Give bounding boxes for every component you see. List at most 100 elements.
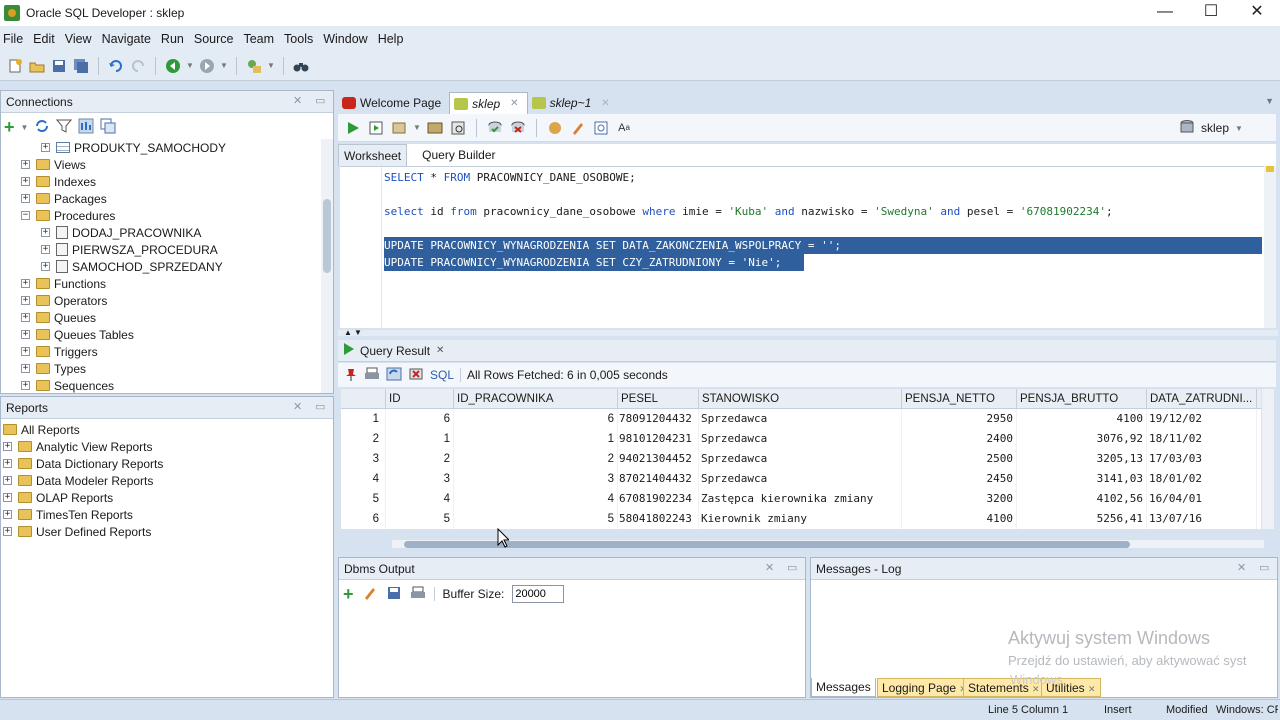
table-cell[interactable]: 2450: [902, 469, 1017, 489]
tree-item[interactable]: + Sequences: [21, 377, 114, 394]
tab-welcome-page[interactable]: Welcome Page: [338, 92, 449, 114]
back-icon[interactable]: [164, 57, 182, 75]
clear-icon[interactable]: [362, 585, 378, 604]
expand-icon[interactable]: +: [3, 476, 12, 485]
table-cell[interactable]: 5: [454, 509, 618, 529]
sql-line-4-selected[interactable]: UPDATE PRACOWNICY_WYNAGRODZENIA SET CZY_…: [384, 254, 804, 271]
connection-selector[interactable]: sklep ▼: [1178, 117, 1262, 139]
connections-scrollbar[interactable]: [321, 139, 333, 393]
table-cell[interactable]: 94021304452: [618, 449, 699, 469]
close-icon[interactable]: ✕: [293, 400, 302, 413]
table-cell[interactable]: 5: [386, 509, 454, 529]
expand-icon[interactable]: +: [41, 228, 50, 237]
row-number[interactable]: 1: [341, 409, 386, 429]
table-cell[interactable]: 78091204432: [618, 409, 699, 429]
table-cell[interactable]: 3141,03: [1017, 469, 1147, 489]
minimize-icon[interactable]: ▭: [787, 561, 797, 574]
expand-icon[interactable]: +: [3, 493, 12, 502]
report-item[interactable]: + User Defined Reports: [3, 523, 151, 540]
tree-item[interactable]: + Queues Tables: [21, 326, 134, 343]
menu-help[interactable]: Help: [375, 32, 411, 46]
report-item[interactable]: + Data Modeler Reports: [3, 472, 153, 489]
close-icon[interactable]: ✕: [765, 561, 774, 574]
sql-line-2[interactable]: select id from pracownicy_dane_osobowe w…: [384, 203, 1113, 220]
table-cell[interactable]: 13/07/16: [1147, 509, 1257, 529]
chevron-down-icon[interactable]: ▼: [267, 57, 275, 75]
menu-edit[interactable]: Edit: [30, 32, 62, 46]
editor-scrollbar[interactable]: [1264, 166, 1276, 328]
table-cell[interactable]: 2950: [902, 409, 1017, 429]
tree-item[interactable]: + PIERWSZA_PROCEDURA: [41, 241, 218, 258]
expand-icon[interactable]: +: [21, 313, 30, 322]
grid-hscrollbar[interactable]: [392, 540, 1264, 548]
close-icon[interactable]: ✕: [1088, 684, 1096, 694]
chevron-down-icon[interactable]: ▼: [354, 328, 362, 337]
expand-icon[interactable]: +: [21, 330, 30, 339]
report-item[interactable]: All Reports: [3, 421, 80, 438]
close-button[interactable]: ✕: [1234, 0, 1280, 26]
table-cell[interactable]: 17/03/03: [1147, 449, 1257, 469]
report-item[interactable]: + TimesTen Reports: [3, 506, 133, 523]
tab-sklep[interactable]: sklep ✕: [449, 92, 528, 114]
maximize-button[interactable]: ☐: [1188, 0, 1234, 26]
table-cell[interactable]: Kierownik zmiany: [699, 509, 902, 529]
expand-icon[interactable]: +: [41, 262, 50, 271]
tree-item[interactable]: + Operators: [21, 292, 107, 309]
table-cell[interactable]: 58041802243: [618, 509, 699, 529]
tab-query-builder[interactable]: Query Builder: [417, 144, 500, 166]
table-cell[interactable]: 2400: [902, 429, 1017, 449]
tree-item[interactable]: + Packages: [21, 190, 107, 207]
table-cell[interactable]: 4: [386, 489, 454, 509]
table-row[interactable]: 3 2 2 94021304452 Sprzedawca 2500 3205,13 17/03…: [341, 449, 1261, 469]
pin-icon[interactable]: [344, 367, 358, 384]
table-cell[interactable]: 1: [386, 429, 454, 449]
close-icon[interactable]: ✕: [436, 345, 444, 356]
chevron-down-icon[interactable]: ▼: [186, 57, 194, 75]
explain-plan-icon[interactable]: [426, 119, 444, 137]
table-cell[interactable]: 3076,92: [1017, 429, 1147, 449]
buffer-size-input[interactable]: [512, 585, 565, 603]
column-header-data-zatrudnienia[interactable]: DATA_ZATRUDNI...: [1147, 389, 1257, 409]
scrollbar-thumb[interactable]: [323, 199, 331, 273]
menu-tools[interactable]: Tools: [281, 32, 320, 46]
table-row[interactable]: 5 4 4 67081902234 Zastępca kierownika zmiany…: [341, 489, 1261, 509]
tree-item[interactable]: − Procedures: [21, 207, 115, 224]
table-cell[interactable]: 2500: [902, 449, 1017, 469]
menu-window[interactable]: Window: [320, 32, 374, 46]
table-cell[interactable]: 1: [454, 429, 618, 449]
minimize-icon[interactable]: ▭: [315, 94, 325, 107]
column-header-pensja-netto[interactable]: PENSJA_NETTO: [902, 389, 1017, 409]
add-connection-icon[interactable]: +: [4, 118, 15, 136]
tree-item[interactable]: + DODAJ_PRACOWNIKA: [41, 224, 201, 241]
table-cell[interactable]: 4102,56: [1017, 489, 1147, 509]
format-icon[interactable]: Aa: [615, 119, 633, 137]
close-icon[interactable]: ✕: [1237, 561, 1246, 574]
expand-icon[interactable]: +: [21, 296, 30, 305]
undo-icon[interactable]: [107, 57, 125, 75]
table-cell[interactable]: 67081902234: [618, 489, 699, 509]
table-cell[interactable]: Sprzedawca: [699, 429, 902, 449]
sql-worksheet-icon[interactable]: [245, 57, 263, 75]
tree-item[interactable]: + PRODUKTY_SAMOCHODY: [41, 139, 226, 156]
chevron-down-icon[interactable]: ▼: [220, 57, 228, 75]
table-cell[interactable]: 3200: [902, 489, 1017, 509]
table-cell[interactable]: 18/01/02: [1147, 469, 1257, 489]
table-row[interactable]: 4 3 3 87021404432 Sprzedawca 2450 3141,03 18/01…: [341, 469, 1261, 489]
collapse-all-icon[interactable]: [100, 118, 116, 137]
table-row[interactable]: 1 6 6 78091204432 Sprzedawca 2950 4100 19/12/02: [341, 409, 1261, 429]
chevron-down-icon[interactable]: ▼: [413, 119, 421, 137]
table-cell[interactable]: 3: [386, 469, 454, 489]
sql-line-1[interactable]: SELECT * FROM PRACOWNICY_DANE_OSOBOWE;: [384, 169, 636, 186]
tree-item[interactable]: + SAMOCHOD_SPRZEDANY: [41, 258, 223, 275]
table-cell[interactable]: 2: [454, 449, 618, 469]
report-item[interactable]: + OLAP Reports: [3, 489, 113, 506]
tree-item[interactable]: + Types: [21, 360, 86, 377]
tab-query-result[interactable]: Query Result: [360, 344, 430, 358]
tab-messages[interactable]: Messages: [811, 678, 876, 697]
row-number[interactable]: 2: [341, 429, 386, 449]
sql-link[interactable]: SQL: [430, 368, 454, 382]
grid-vscrollbar[interactable]: [1262, 389, 1274, 529]
menu-view[interactable]: View: [62, 32, 99, 46]
table-cell[interactable]: 3205,13: [1017, 449, 1147, 469]
column-header-stanowisko[interactable]: STANOWISKO: [699, 389, 902, 409]
